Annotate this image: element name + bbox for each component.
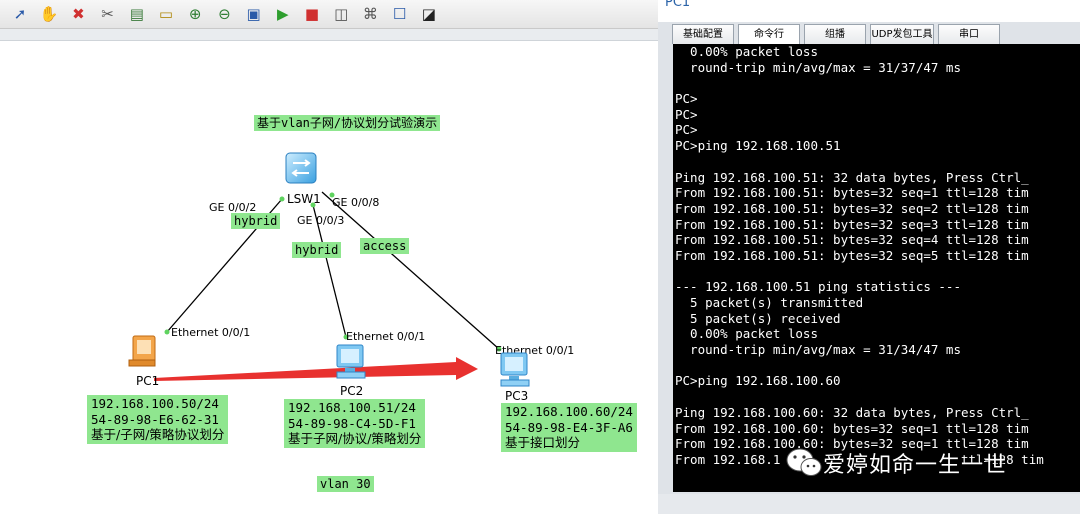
console-line: PC>: [675, 122, 698, 138]
interface-panel-icon[interactable]: ☐: [390, 4, 410, 24]
console-line: 5 packet(s) received: [675, 310, 841, 326]
fit-view-icon[interactable]: ▣: [244, 4, 264, 24]
pc2-mac: 54-89-98-C4-5D-F1: [288, 415, 416, 431]
window-title: PC1: [665, 0, 691, 10]
console-line: From 192.168.100.51: bytes=32 seq=5 ttl=…: [675, 247, 1029, 263]
command-console[interactable]: 0.00% packet loss round-trip min/avg/max…: [673, 44, 1080, 492]
topology-canvas[interactable]: 基于vlan子网/协议划分试验演示 LSW1 GE 0/0/2 GE 0/0/3…: [0, 41, 658, 514]
link-lsw-pc3[interactable]: [321, 191, 500, 350]
topology-icon[interactable]: ⌘: [360, 4, 380, 24]
tab-multicast[interactable]: 组播: [804, 24, 866, 44]
pc2-note: 基于子网/协议/策略划分: [288, 431, 422, 446]
hand-pan-icon[interactable]: ✋: [39, 4, 59, 24]
toolbar-separator: [0, 29, 658, 41]
vlan-label: vlan 30: [317, 476, 374, 492]
tab-command-line[interactable]: 命令行: [738, 24, 800, 45]
pc2-device[interactable]: [331, 341, 371, 381]
pc-icon: [500, 352, 530, 387]
pc3-info: 192.168.100.60/24 54-89-98-E4-3F-A6 基于接口…: [501, 403, 637, 452]
tab-udp-tool[interactable]: UDP发包工具: [870, 24, 934, 44]
select-pointer-icon[interactable]: ➚: [10, 4, 30, 24]
console-line: PC>: [675, 91, 698, 107]
console-line: round-trip min/avg/max = 31/37/47 ms: [675, 59, 961, 75]
pc1-device[interactable]: [125, 330, 165, 370]
watermark: 爱婷如命一生一世: [785, 447, 1007, 479]
main-toolbar: ➚ ✋ ✖ ✂ ▤ ▭ ⊕ ⊖ ▣ ▶ ■ ◫ ⌘ ☐ ◪: [0, 0, 658, 29]
tab-serial[interactable]: 串口: [938, 24, 1000, 44]
console-line: PC>ping 192.168.100.60: [675, 373, 841, 389]
pc3-device[interactable]: [495, 349, 535, 389]
pc3-mac: 54-89-98-E4-3F-A6: [505, 419, 633, 435]
pc3-name: PC3: [505, 389, 529, 403]
console-line: From 192.168.100.51: bytes=32 seq=3 ttl=…: [675, 216, 1029, 232]
console-line: Ping 192.168.100.60: 32 data bytes, Pres…: [675, 404, 1029, 420]
pc2-name: PC2: [340, 384, 364, 398]
window-bottom-bar: [658, 494, 1080, 514]
console-line: From 192.168.100.51: bytes=32 seq=1 ttl=…: [675, 185, 1029, 201]
pc1-name: PC1: [136, 374, 160, 388]
port-dot-pc1: [164, 329, 170, 335]
console-line: round-trip min/avg/max = 31/34/47 ms: [675, 342, 961, 358]
tab-basic-config[interactable]: 基础配置: [672, 24, 734, 44]
pc1-mac: 54-89-98-E6-62-31: [91, 411, 219, 427]
console-line: From 192.168.100.51: bytes=32 seq=2 ttl=…: [675, 200, 1029, 216]
pc3-note: 基于接口划分: [505, 435, 581, 450]
zoom-in-icon[interactable]: ⊕: [185, 4, 205, 24]
port-label-ge003: GE 0/0/3: [297, 214, 345, 227]
switch-lsw1[interactable]: [284, 151, 318, 185]
link-mode-pc2: hybrid: [292, 242, 342, 258]
switch-icon: [285, 152, 317, 184]
rectangle-icon[interactable]: ▭: [156, 4, 176, 24]
pc-console-window: PC1 基础配置 命令行 组播 UDP发包工具 串口 0.00% packet …: [658, 0, 1080, 514]
console-line: PC>: [675, 106, 698, 122]
window-titlebar[interactable]: PC1: [658, 0, 1080, 22]
delete-link-icon[interactable]: ✂: [98, 4, 118, 24]
port-label-ge008: GE 0/0/8: [332, 196, 380, 209]
switch-name: LSW1: [287, 192, 321, 206]
collect-data-icon[interactable]: ◫: [331, 4, 351, 24]
console-line: Ping 192.168.100.51: 32 data bytes, Pres…: [675, 169, 1029, 185]
port-dot-ge002: [279, 196, 285, 202]
pc-icon: [128, 335, 156, 367]
wechat-icon: [786, 448, 822, 476]
pc2-info: 192.168.100.51/24 54-89-98-C4-5D-F1 基于子网…: [284, 399, 426, 448]
red-arrow: [154, 357, 478, 381]
delete-icon[interactable]: ✖: [68, 4, 88, 24]
console-line: 0.00% packet loss: [675, 44, 818, 59]
start-device-icon[interactable]: ▶: [273, 4, 293, 24]
console-line: --- 192.168.100.51 ping statistics ---: [675, 279, 961, 295]
stop-device-icon[interactable]: ■: [302, 4, 322, 24]
pc1-info: 192.168.100.50/24 54-89-98-E6-62-31 基于/子…: [87, 395, 229, 444]
console-line: From 192.168.100.60: bytes=32 seq=1 ttl=…: [675, 420, 1029, 436]
console-line: PC>ping 192.168.100.51: [675, 138, 841, 154]
link-mode-pc3: access: [360, 238, 410, 254]
console-line: 0.00% packet loss: [675, 326, 818, 342]
console-line: 5 packet(s) transmitted: [675, 295, 864, 310]
topology-title: 基于vlan子网/协议划分试验演示: [254, 115, 441, 131]
pc1-ip: 192.168.100.50/24: [91, 396, 219, 411]
text-annotation-icon[interactable]: ▤: [127, 4, 147, 24]
port-label-pc1: Ethernet 0/0/1: [171, 326, 251, 339]
pc1-note: 基于/子网/策略协议划分: [91, 427, 225, 442]
console-line: From 192.168.100.51: bytes=32 seq=4 ttl=…: [675, 232, 1029, 248]
zoom-out-icon[interactable]: ⊖: [214, 4, 234, 24]
pc-icon: [336, 344, 366, 379]
capture-icon[interactable]: ◪: [419, 4, 439, 24]
pc2-ip: 192.168.100.51/24: [288, 400, 416, 415]
pc3-ip: 192.168.100.60/24: [505, 404, 633, 419]
watermark-text: 爱婷如命一生一世: [823, 453, 1008, 478]
link-mode-pc1: hybrid: [231, 213, 281, 229]
